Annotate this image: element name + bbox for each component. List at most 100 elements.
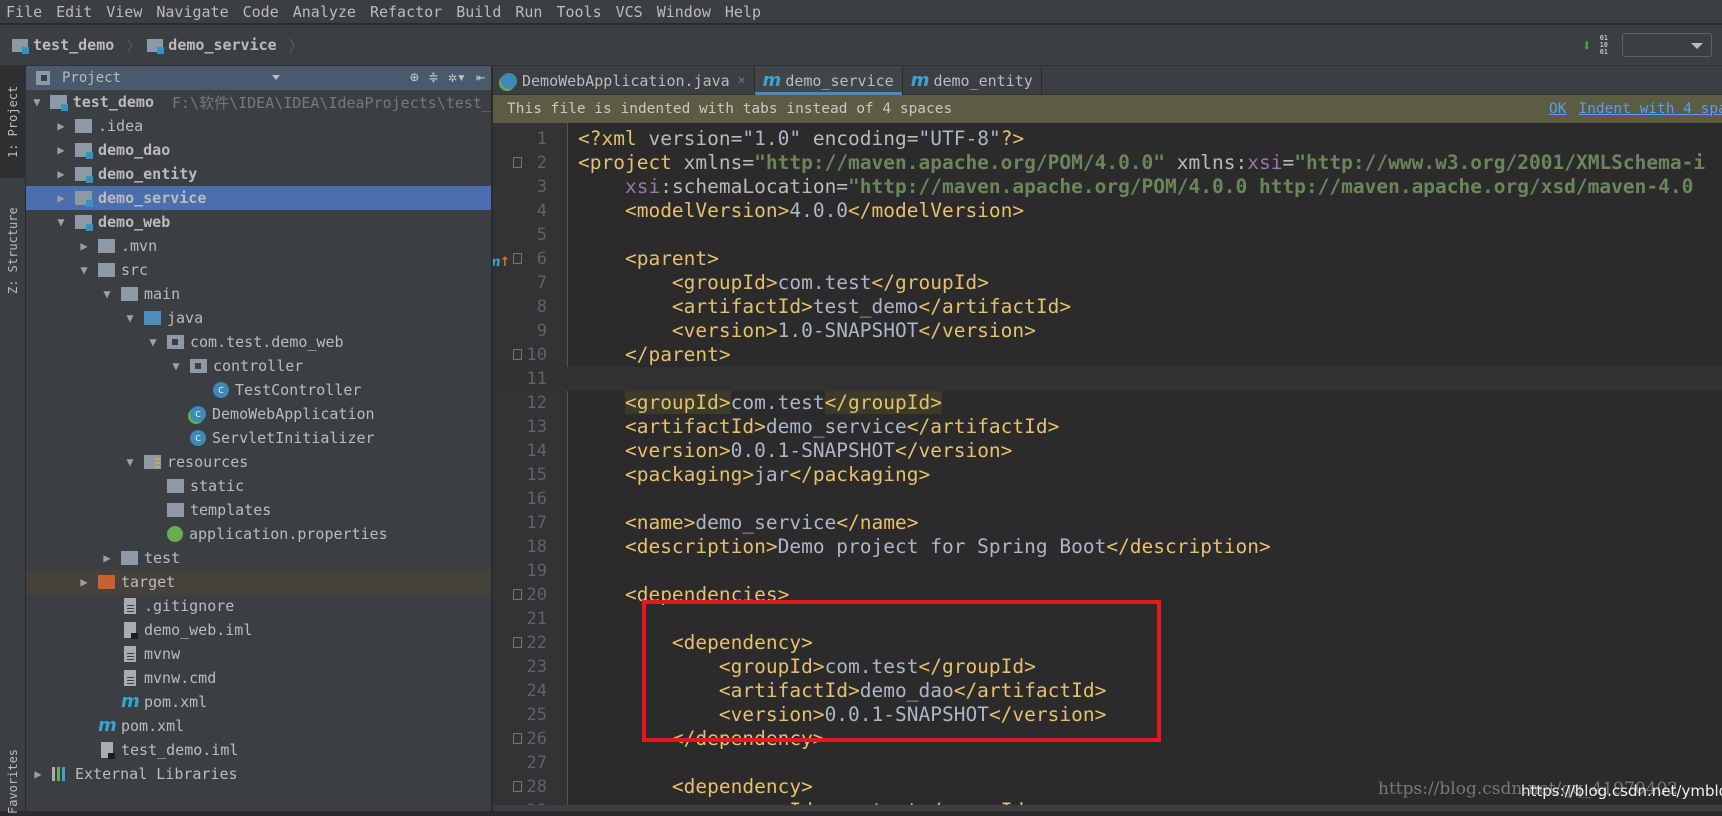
expanded-arrow-icon[interactable]: ▼ (122, 455, 138, 469)
menu-run[interactable]: Run (515, 3, 542, 21)
tree-item[interactable]: mvnw.cmd (26, 666, 491, 690)
expanded-arrow-icon[interactable]: ▼ (168, 359, 184, 373)
indent-with-spaces-link[interactable]: Indent with 4 spaces (1578, 101, 1722, 117)
tree-item[interactable]: .gitignore (26, 594, 491, 618)
tree-item[interactable]: ▶ target (26, 570, 491, 594)
menu-vcs[interactable]: VCS (616, 3, 643, 21)
menu-tools[interactable]: Tools (556, 3, 601, 21)
hide-panel-icon[interactable]: ⇤ (476, 68, 485, 86)
scroll-from-source-icon[interactable]: ⊕ (410, 68, 419, 86)
breadcrumb-demo-service[interactable]: demo_service (147, 36, 277, 54)
tree-item[interactable]: ▼ com.test.demo_web (26, 330, 491, 354)
tree-item[interactable]: static (26, 474, 491, 498)
close-icon[interactable]: ✕ (738, 73, 746, 88)
breadcrumb-test-demo[interactable]: test_demo (12, 36, 114, 54)
tree-item[interactable]: ▶ demo_entity (26, 162, 491, 186)
tree-item[interactable]: ▼ controller (26, 354, 491, 378)
tree-item[interactable]: demo_web.iml (26, 618, 491, 642)
project-tool-tab[interactable]: 1: Project (0, 66, 26, 178)
tree-item[interactable]: mvnw (26, 642, 491, 666)
tree-item-label: demo_dao (98, 141, 171, 159)
tab-demo-service[interactable]: m demo_service (754, 66, 903, 95)
code-line: 2 <project xmlns="http://maven.apache.org… (493, 151, 1722, 175)
tree-item-label: pom.xml (144, 693, 208, 711)
iml-file-icon (101, 742, 115, 759)
tree-item[interactable]: m pom.xml (26, 690, 491, 714)
project-view-selector[interactable]: Project (62, 70, 121, 86)
tree-item[interactable]: ▶ External Libraries (26, 762, 491, 786)
collapsed-arrow-icon[interactable]: ▶ (53, 119, 69, 133)
structure-tool-tab[interactable]: Z: Structure (0, 196, 26, 306)
favorites-tool-tab[interactable]: Favorites (0, 746, 26, 816)
maven-icon: m (121, 691, 140, 712)
menu-edit[interactable]: Edit (56, 3, 92, 21)
tree-item[interactable]: templates (26, 498, 491, 522)
collapsed-arrow-icon[interactable]: ▶ (53, 143, 69, 157)
tree-item[interactable]: test_demo.iml (26, 738, 491, 762)
folder-icon (98, 263, 115, 277)
gear-icon[interactable]: ✲▾ (448, 68, 466, 86)
tree-item[interactable]: m pom.xml (26, 714, 491, 738)
menu-file[interactable]: File (6, 3, 42, 21)
code-token: demo_service (695, 511, 837, 534)
expanded-arrow-icon[interactable]: ▼ (122, 311, 138, 325)
code-token: <groupId> (671, 271, 778, 294)
tree-item-label: templates (190, 501, 272, 519)
source-folder-icon (144, 311, 161, 325)
collapsed-arrow-icon[interactable]: ▶ (76, 239, 92, 253)
tree-item[interactable]: ▼ src (26, 258, 491, 282)
code-token: </groupId> (871, 271, 989, 294)
fold-marker-icon[interactable] (513, 253, 522, 264)
text-file-icon (124, 646, 136, 662)
chevron-down-icon[interactable] (272, 75, 280, 80)
tree-item-label: TestController (235, 381, 362, 399)
tree-item[interactable]: ▼ main (26, 282, 491, 306)
menu-code[interactable]: Code (243, 3, 279, 21)
fold-marker-icon[interactable] (513, 733, 522, 744)
collapsed-arrow-icon[interactable]: ▶ (30, 767, 46, 781)
menu-analyze[interactable]: Analyze (293, 3, 356, 21)
expanded-arrow-icon[interactable]: ▼ (145, 335, 161, 349)
tree-item[interactable]: ▼ resources (26, 450, 491, 474)
tree-item[interactable]: ▶ demo_service (26, 186, 491, 210)
expanded-arrow-icon[interactable]: ▼ (76, 263, 92, 277)
menu-view[interactable]: View (106, 3, 142, 21)
collapsed-arrow-icon[interactable]: ▶ (53, 191, 69, 205)
fold-marker-icon[interactable] (513, 157, 522, 168)
tree-item[interactable]: ▶ .idea (26, 114, 491, 138)
tree-item[interactable]: ▶ test (26, 546, 491, 570)
tree-item[interactable]: c ServletInitializer (26, 426, 491, 450)
update-project-icon[interactable]: ⬇ (1582, 36, 1592, 55)
menu-navigate[interactable]: Navigate (156, 3, 228, 21)
fold-marker-icon[interactable] (513, 781, 522, 792)
code-token: <name> (624, 511, 696, 534)
menu-help[interactable]: Help (725, 3, 761, 21)
tree-item[interactable]: ▶ .mvn (26, 234, 491, 258)
fold-marker-icon[interactable] (513, 349, 522, 360)
expanded-arrow-icon[interactable]: ▼ (30, 95, 44, 109)
fold-marker-icon[interactable] (513, 637, 522, 648)
tree-item[interactable]: ▶ demo_dao (26, 138, 491, 162)
tree-item[interactable]: ▼ demo_web (26, 210, 491, 234)
expanded-arrow-icon[interactable]: ▼ (53, 215, 69, 229)
tab-demowebapplication-java[interactable]: DemoWebApplication.java ✕ (493, 66, 755, 95)
menu-window[interactable]: Window (657, 3, 711, 21)
tree-item[interactable]: ▼ test_demo F:\软件\IDEA\IDEA\IdeaProjects\t… (26, 90, 491, 114)
tree-item[interactable]: c TestController (26, 378, 491, 402)
collapsed-arrow-icon[interactable]: ▶ (53, 167, 69, 181)
collapsed-arrow-icon[interactable]: ▶ (76, 575, 92, 589)
fold-marker-icon[interactable] (513, 589, 522, 600)
tab-demo-entity[interactable]: m demo_entity (903, 66, 1042, 95)
ok-link[interactable]: OK (1549, 101, 1566, 117)
tree-item[interactable]: c DemoWebApplication (26, 402, 491, 426)
run-configuration-dropdown[interactable] (1622, 33, 1712, 57)
tree-item[interactable]: ▼ java (26, 306, 491, 330)
menu-build[interactable]: Build (456, 3, 501, 21)
collapse-all-icon[interactable]: ≑ (429, 68, 438, 86)
tree-item[interactable]: application.properties (26, 522, 491, 546)
menu-refactor[interactable]: Refactor (370, 3, 442, 21)
expanded-arrow-icon[interactable]: ▼ (99, 287, 115, 301)
collapsed-arrow-icon[interactable]: ▶ (99, 551, 115, 565)
code-line: 6m <parent> (493, 247, 1722, 271)
